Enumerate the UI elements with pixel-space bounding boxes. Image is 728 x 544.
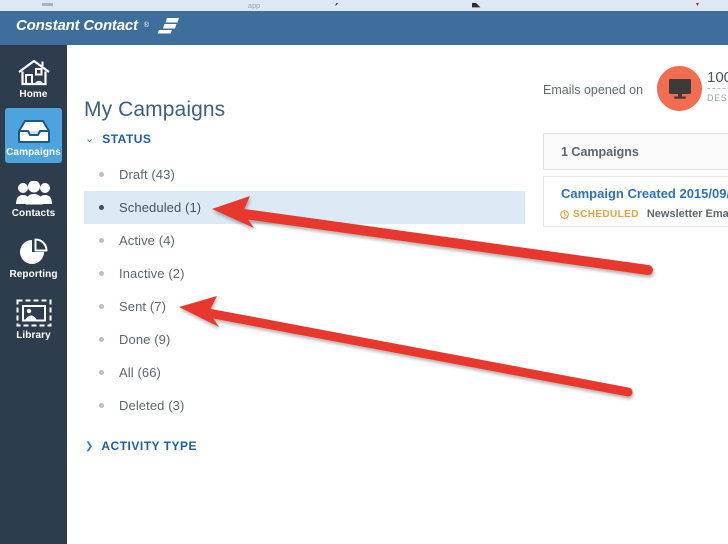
flag-mark-icon [157, 18, 179, 34]
main-content: My Campaigns ⌄ STATUS Draft (43) Schedul… [67, 45, 728, 544]
bookmark-bird-icon[interactable]: ✈ [332, 3, 343, 11]
sidebar-item-label: Contacts [11, 207, 56, 219]
campaign-count-label: 1 Campaigns [561, 144, 639, 159]
image-frame-icon [16, 297, 52, 327]
left-nav-rail: Home Campaigns Contacts Reporting Librar… [0, 45, 67, 544]
campaign-name-link[interactable]: Campaign Created 2015/09/ [561, 186, 728, 201]
inbox-icon [17, 114, 51, 144]
bullet-icon [99, 337, 104, 342]
brand-logo[interactable]: Constant Contact ® [16, 17, 180, 34]
page-title: My Campaigns [84, 98, 226, 122]
campaign-type-label: Newsletter Email, [646, 208, 728, 220]
status-item-label: Deleted (3) [119, 398, 185, 413]
brand-wordmark: Constant Contact [16, 17, 138, 34]
sidebar-item-label: Library [16, 329, 51, 341]
sidebar-item-contacts[interactable]: Contacts [5, 169, 62, 224]
status-item-label: Scheduled (1) [119, 200, 202, 215]
device-stat: 100. DESK [707, 69, 728, 103]
app-header: Constant Contact ® [0, 11, 728, 45]
bookmark-red-icon[interactable]: ▼ [692, 3, 703, 11]
bullet-icon [99, 205, 104, 210]
emails-opened-on-label: Emails opened on [543, 83, 644, 97]
campaign-row[interactable]: Campaign Created 2015/09/ SCHEDULED News… [543, 176, 728, 227]
sidebar-item-label: Campaigns [6, 146, 61, 158]
filter-section-activity-type-label: ACTIVITY TYPE [101, 439, 198, 453]
bullet-icon [99, 238, 104, 243]
bullet-icon [99, 304, 104, 309]
chevron-right-icon: ❯ [85, 440, 94, 452]
campaign-count-bar: 1 Campaigns [543, 133, 728, 170]
status-item-active[interactable]: Active (4) [84, 224, 525, 257]
device-kind-label: DESK [707, 93, 728, 103]
status-item-all[interactable]: All (66) [84, 356, 525, 389]
status-item-draft[interactable]: Draft (43) [84, 158, 525, 191]
bullet-icon [99, 271, 104, 276]
desktop-monitor-icon [668, 79, 691, 99]
device-badge [657, 66, 702, 111]
bullet-icon [99, 370, 104, 375]
status-item-deleted[interactable]: Deleted (3) [84, 389, 525, 422]
filter-section-activity-type-header[interactable]: ❯ ACTIVITY TYPE [85, 439, 197, 453]
sidebar-item-home[interactable]: Home [5, 50, 62, 105]
bookmark-folder-icon[interactable]: ▬ [42, 3, 53, 11]
bookmark-dark-icon[interactable]: ◣ [472, 3, 483, 11]
campaign-status-badge: SCHEDULED [573, 208, 639, 220]
clock-icon [560, 209, 569, 219]
status-item-done[interactable]: Done (9) [84, 323, 525, 356]
sidebar-item-campaigns[interactable]: Campaigns [5, 108, 62, 163]
campaign-meta: SCHEDULED Newsletter Email, [560, 208, 728, 220]
bullet-icon [99, 403, 104, 408]
bookmark-label-app[interactable]: app [248, 3, 260, 10]
sidebar-item-library[interactable]: Library [5, 291, 62, 346]
status-item-scheduled[interactable]: Scheduled (1) [84, 191, 525, 224]
pie-chart-icon [18, 236, 50, 266]
home-icon [17, 56, 51, 86]
brand-trademark: ® [143, 22, 149, 29]
status-item-label: Draft (43) [119, 167, 175, 182]
people-icon [15, 175, 52, 205]
sidebar-item-reporting[interactable]: Reporting [5, 230, 62, 285]
bullet-icon [99, 172, 104, 177]
status-item-label: Sent (7) [119, 299, 167, 314]
chevron-down-icon: ⌄ [85, 132, 95, 145]
status-item-inactive[interactable]: Inactive (2) [84, 257, 525, 290]
status-item-label: Active (4) [119, 233, 175, 248]
status-item-sent[interactable]: Sent (7) [84, 290, 525, 323]
sidebar-item-label: Home [19, 88, 48, 100]
status-item-label: Inactive (2) [119, 266, 185, 281]
filter-section-status-header[interactable]: ⌄ STATUS [85, 132, 151, 146]
sidebar-item-label: Reporting [9, 268, 58, 280]
filter-section-status-label: STATUS [102, 132, 152, 146]
status-item-label: Done (9) [119, 332, 171, 347]
device-open-percent: 100. [707, 69, 728, 89]
status-filter-list: Draft (43) Scheduled (1) Active (4) Inac… [84, 158, 525, 422]
status-item-label: All (66) [119, 365, 161, 380]
